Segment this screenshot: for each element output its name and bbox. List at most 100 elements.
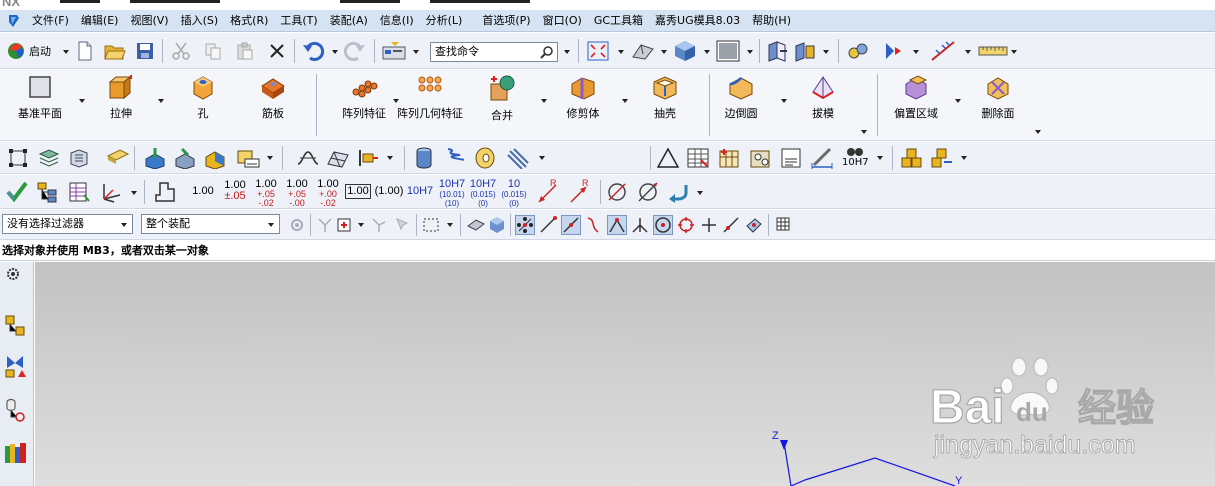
grid-snap-button[interactable] — [775, 216, 791, 232]
circle-center-button[interactable] — [653, 215, 673, 235]
grid-edit-button[interactable] — [718, 147, 742, 169]
pull-face-button[interactable] — [173, 147, 197, 169]
symmetric-tolerance-button[interactable]: 1.00 ±.05 — [222, 180, 248, 202]
point-on-face-button[interactable] — [745, 216, 763, 234]
bilateral-tolerance-button[interactable]: 1.00 +.05 -.02 — [253, 179, 279, 208]
paste-button[interactable] — [236, 42, 254, 60]
extrude-dropdown[interactable] — [157, 97, 165, 105]
clip-section-button[interactable] — [794, 40, 816, 62]
edge-blend-button[interactable]: 边倒圆 — [706, 74, 776, 121]
diameter-button[interactable] — [606, 181, 628, 203]
rendering-style-button[interactable] — [673, 40, 697, 62]
measure-dropdown[interactable] — [964, 48, 972, 56]
drawing-sheet-button[interactable] — [780, 147, 802, 169]
move-face-button[interactable] — [143, 147, 167, 169]
menu-format[interactable]: 格式(R) — [224, 10, 274, 32]
ruler-dropdown[interactable] — [1010, 48, 1018, 56]
check-button[interactable] — [6, 181, 28, 203]
select-flow-dropdown[interactable] — [912, 48, 920, 56]
datum-plane-dropdown[interactable] — [78, 97, 86, 105]
offset-region-button[interactable]: 偏置区域 — [881, 74, 951, 121]
fit-view-button[interactable] — [587, 41, 609, 61]
radius-button[interactable]: R — [536, 178, 562, 204]
ruler-button[interactable] — [978, 43, 1008, 57]
rib-button[interactable]: 筋板 — [238, 74, 308, 121]
view-orientation-dropdown[interactable] — [660, 48, 668, 56]
background-dropdown[interactable] — [746, 48, 754, 56]
assembly-dropdown[interactable] — [960, 154, 968, 162]
parts-list-button[interactable] — [749, 147, 773, 169]
selection-box-button[interactable] — [336, 215, 354, 233]
tag-button[interactable] — [106, 148, 130, 168]
unite-button[interactable]: 合并 — [467, 74, 537, 123]
reference-dimension-button[interactable]: (1.00) — [374, 186, 404, 197]
command-dropdown[interactable] — [412, 48, 420, 56]
search-icon[interactable] — [540, 45, 554, 59]
measure-distance-button[interactable] — [930, 40, 956, 62]
cut-button[interactable] — [172, 42, 190, 60]
quadrant-point-button[interactable] — [677, 216, 695, 234]
curve-button[interactable] — [296, 148, 320, 168]
undo-button[interactable] — [302, 41, 324, 61]
assembly-navigator-tab[interactable] — [4, 314, 26, 338]
annotation-button[interactable] — [236, 147, 264, 169]
edge-blend-dropdown[interactable] — [780, 97, 788, 105]
assembly-components-button[interactable] — [900, 147, 924, 169]
snap-view-button[interactable] — [846, 39, 870, 63]
bom-button[interactable] — [68, 181, 90, 203]
cylinder-button[interactable] — [414, 147, 434, 169]
unilateral-minus-button[interactable]: 1.00 +.00 -.02 — [315, 179, 341, 208]
part-navigator-tab[interactable] — [4, 398, 26, 422]
arc-center-button[interactable] — [631, 216, 649, 234]
select-faces-button[interactable] — [466, 216, 486, 234]
feature-group-dropdown[interactable] — [860, 128, 868, 136]
csys-button[interactable] — [100, 181, 124, 203]
fit-tolerance-values-button[interactable]: 10H7 (0.015) (0) — [468, 179, 498, 209]
new-button[interactable] — [76, 41, 94, 61]
end-point-button[interactable] — [539, 216, 557, 234]
reuse-library-tab[interactable] — [4, 440, 28, 464]
start-dropdown[interactable] — [62, 48, 70, 56]
table-button[interactable] — [687, 147, 709, 169]
fit-dimension-button[interactable]: 10H7 — [406, 186, 434, 197]
layer-settings-button[interactable] — [68, 148, 90, 168]
fit-view-dropdown[interactable] — [617, 48, 625, 56]
menu-edit[interactable]: 编辑(E) — [75, 10, 125, 32]
save-button[interactable] — [136, 42, 154, 60]
menu-analysis[interactable]: 分析(L) — [420, 10, 469, 32]
mid-point-button[interactable] — [561, 215, 581, 235]
dimension-tool-button[interactable] — [810, 147, 834, 169]
menu-gc-toolbox[interactable]: GC工具箱 — [588, 10, 649, 32]
open-button[interactable] — [104, 41, 126, 61]
unilateral-plus-button[interactable]: 1.00 +.05 -.00 — [284, 179, 310, 208]
trim-body-dropdown[interactable] — [621, 97, 629, 105]
extrude-button[interactable]: 拉伸 — [86, 74, 156, 121]
settings-tab[interactable] — [5, 266, 21, 282]
menu-insert[interactable]: 插入(S) — [175, 10, 225, 32]
background-button[interactable] — [716, 40, 740, 62]
deselect-button[interactable] — [394, 216, 412, 234]
wire-dropdown[interactable] — [538, 154, 546, 162]
menu-window[interactable]: 窗口(O) — [537, 10, 588, 32]
rendering-style-dropdown[interactable] — [703, 48, 711, 56]
hole-button[interactable]: 孔 — [168, 74, 238, 121]
triangle-button[interactable] — [657, 147, 679, 169]
general-selection-button[interactable] — [288, 216, 306, 234]
existing-point-button[interactable] — [700, 216, 718, 234]
offset-face-button[interactable] — [203, 147, 227, 169]
wire-button[interactable] — [506, 147, 530, 169]
view-orientation-button[interactable] — [631, 41, 655, 61]
hole-diameter-button[interactable] — [637, 181, 659, 203]
delete-face-button[interactable]: 删除面 — [963, 74, 1033, 121]
type-filter-select[interactable]: 没有选择过滤器 — [2, 214, 133, 234]
selection-scope-select[interactable]: 整个装配 — [141, 214, 280, 234]
copy-button[interactable] — [204, 42, 222, 60]
trim-body-button[interactable]: 修剪体 — [548, 74, 618, 121]
rectangle-select-dropdown[interactable] — [446, 221, 454, 229]
datum-plane-button[interactable]: 基准平面 — [5, 74, 75, 121]
unite-dropdown[interactable] — [540, 97, 548, 105]
menu-jiaxiu-mold[interactable]: 嘉秀UG模具8.03 — [649, 10, 746, 32]
menu-information[interactable]: 信息(I) — [374, 10, 420, 32]
section-dropdown[interactable] — [822, 48, 830, 56]
thread-dropdown[interactable] — [386, 154, 394, 162]
